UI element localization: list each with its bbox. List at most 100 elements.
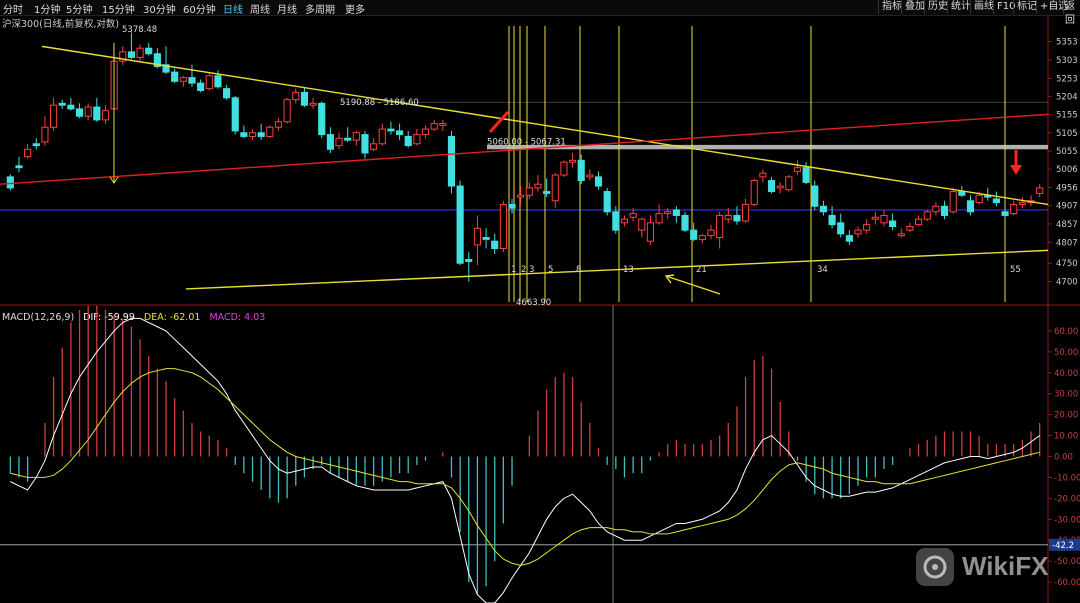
- price-tick-label: 4907: [1056, 202, 1078, 212]
- price-tick-label: 5204: [1056, 92, 1078, 102]
- candle-body: [586, 174, 594, 178]
- candle-body: [274, 121, 283, 128]
- candle-body: [456, 185, 464, 264]
- candle-body: [828, 214, 836, 226]
- macd-tick-label: 20.00: [1054, 411, 1078, 421]
- candle-body: [629, 213, 637, 218]
- fib-label-55: 55: [1010, 265, 1021, 275]
- chart-canvas[interactable]: 5353530352535204515551055055500649564907…: [0, 0, 1080, 603]
- candle-body: [430, 123, 438, 130]
- candle-body: [793, 167, 802, 172]
- candle-body: [897, 233, 905, 237]
- watermark: WikiFX: [914, 545, 1064, 593]
- fib-label-34: 34: [817, 265, 828, 275]
- candle-body: [517, 194, 525, 198]
- candle-body: [214, 75, 222, 88]
- candle-body: [1010, 203, 1018, 215]
- candle-body: [966, 200, 975, 213]
- candle-body: [992, 198, 1000, 204]
- candle-body: [370, 143, 378, 150]
- candle-body: [101, 110, 110, 121]
- candle-body: [24, 148, 32, 158]
- candle-body: [906, 225, 914, 231]
- price-tick-label: 5253: [1056, 74, 1078, 84]
- candle-body: [344, 137, 352, 141]
- candle-body: [534, 183, 542, 189]
- candle-body: [525, 187, 533, 196]
- price-tick-label: 4956: [1056, 184, 1078, 194]
- candle-body: [871, 216, 879, 220]
- candle-body: [482, 237, 490, 240]
- candle-body: [863, 224, 871, 231]
- candle-body: [889, 220, 897, 227]
- candle-body: [577, 159, 585, 182]
- candle-body: [612, 211, 620, 231]
- candle-body: [447, 135, 456, 187]
- macd-tick-label: 60.00: [1054, 327, 1078, 337]
- candle-body: [716, 214, 724, 239]
- candle-body: [309, 102, 317, 106]
- candle-body: [811, 185, 819, 207]
- candle-body: [915, 218, 923, 226]
- candle-body: [742, 203, 750, 222]
- candle-body: [655, 213, 663, 224]
- price-tick-label: 4700: [1056, 278, 1078, 288]
- candle-body: [240, 132, 248, 137]
- candle-body: [724, 214, 732, 220]
- candle-body: [41, 126, 49, 143]
- candle-body: [84, 106, 92, 117]
- candle-body: [50, 104, 58, 128]
- candle-body: [681, 214, 689, 231]
- fib-label-5: 5: [548, 265, 553, 275]
- candle-body: [15, 165, 23, 169]
- candle-body: [750, 180, 758, 205]
- candle-body: [205, 75, 213, 90]
- candle-body: [958, 191, 966, 196]
- candle-body: [854, 229, 862, 235]
- candle-body: [413, 134, 421, 145]
- candle-body: [646, 222, 654, 242]
- candle-body: [569, 159, 577, 163]
- candle-body: [300, 91, 309, 106]
- candle-body: [326, 134, 334, 150]
- dea-line: [10, 368, 1040, 566]
- candle-body: [785, 176, 793, 191]
- candle-body: [672, 209, 680, 216]
- candle-body: [923, 211, 931, 220]
- candle-body: [551, 174, 559, 202]
- candle-body: [1018, 202, 1026, 205]
- candle-body: [638, 218, 646, 231]
- price-tick-label: 5303: [1056, 56, 1078, 66]
- candle-body: [378, 128, 386, 145]
- candle-body: [594, 176, 603, 187]
- candle-body: [396, 130, 404, 136]
- candle-body: [845, 235, 853, 242]
- candle-body: [975, 194, 983, 204]
- candle-body: [949, 191, 957, 213]
- candle-body: [248, 132, 257, 137]
- candle-body: [145, 47, 153, 55]
- candle-body: [837, 222, 845, 235]
- candle-body: [560, 161, 568, 176]
- candle-body: [266, 126, 274, 137]
- candle-body: [698, 235, 706, 240]
- candle-body: [664, 211, 672, 215]
- high-price-label: 5378.48: [122, 25, 157, 35]
- range-label-2: 5060.00 - 5067.31: [487, 137, 566, 147]
- candle-body: [508, 203, 516, 209]
- price-tick-label: 5105: [1056, 129, 1078, 139]
- dif-line: [10, 317, 1040, 603]
- candle-body: [1001, 211, 1009, 216]
- price-tick-label: 4750: [1056, 259, 1078, 269]
- candle-body: [188, 77, 196, 84]
- candle-body: [352, 132, 360, 141]
- candle-body: [136, 47, 144, 58]
- price-tick-label: 5353: [1056, 38, 1078, 48]
- candle-body: [603, 191, 611, 213]
- candle-body: [283, 99, 291, 123]
- candle-body: [473, 227, 482, 246]
- bottom-arrow-line: [665, 275, 721, 295]
- fib-label-1: 1: [511, 265, 516, 275]
- candle-body: [257, 132, 265, 137]
- candle-body: [940, 205, 949, 216]
